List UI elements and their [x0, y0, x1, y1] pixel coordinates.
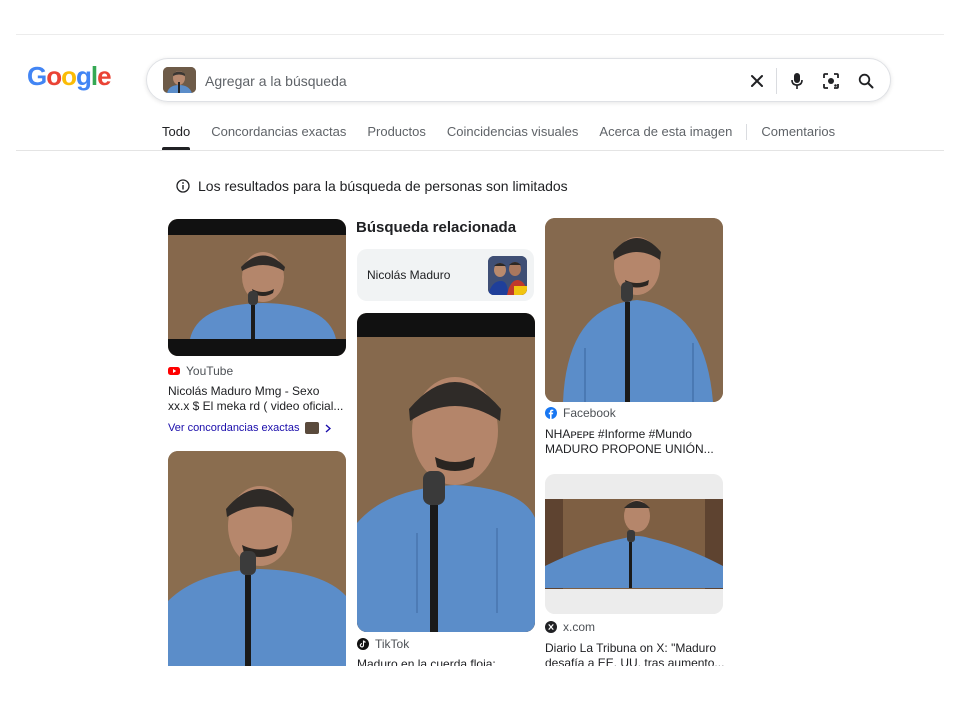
result-image[interactable] — [168, 219, 346, 356]
result-source-name: TikTok — [375, 637, 410, 651]
tab-coincidencias-visuales[interactable]: Coincidencias visuales — [447, 124, 579, 140]
tab-productos[interactable]: Productos — [367, 124, 426, 140]
info-icon — [176, 179, 190, 193]
result-title-line: MADURO PROPONE UNIÓN... — [545, 442, 714, 456]
query-image-thumbnail[interactable] — [163, 67, 196, 93]
search-bar — [146, 58, 891, 102]
result-title-line: Maduro en la cuerda floja: — [357, 657, 496, 666]
result-source: YouTube — [168, 364, 233, 378]
limited-results-notice: Los resultados para la búsqueda de perso… — [176, 178, 568, 194]
result-image[interactable] — [357, 313, 535, 632]
result-image[interactable] — [545, 218, 723, 402]
clear-icon[interactable] — [745, 69, 769, 93]
google-logo[interactable]: Google — [27, 61, 112, 92]
result-title[interactable]: Maduro en la cuerda floja: — [357, 657, 537, 666]
related-search-label: Nicolás Maduro — [367, 268, 451, 282]
tiktok-icon — [357, 638, 369, 650]
search-divider — [776, 68, 777, 94]
top-divider — [16, 34, 944, 35]
result-title-line: Nicolás Maduro Mmg - Sexo — [168, 384, 320, 398]
result-image[interactable] — [545, 474, 723, 614]
exact-matches-thumbnail — [305, 422, 320, 434]
related-search-thumbnail — [488, 256, 527, 295]
tab-concordancias-exactas[interactable]: Concordancias exactas — [211, 124, 346, 140]
result-image[interactable] — [168, 451, 346, 666]
search-input[interactable] — [205, 70, 725, 92]
result-source: x.com — [545, 620, 595, 634]
result-source-name: Facebook — [563, 406, 616, 420]
result-source-name: YouTube — [186, 364, 234, 378]
result-title[interactable]: Nicolás Maduro Mmg - Sexo xx.x $ El meka… — [168, 384, 350, 414]
youtube-icon — [168, 367, 180, 375]
lens-icon[interactable] — [819, 69, 843, 93]
result-source: Facebook — [545, 406, 616, 420]
microphone-icon[interactable] — [785, 69, 809, 93]
search-tabs: Todo Concordancias exactas Productos Coi… — [162, 124, 856, 150]
exact-matches-label: Ver concordancias exactas — [168, 422, 300, 434]
exact-matches-link[interactable]: Ver concordancias exactas — [168, 422, 332, 434]
tabs-divider — [16, 150, 944, 151]
result-title[interactable]: Diario La Tribuna on X: "Maduro desafía … — [545, 641, 727, 666]
result-title-line: Diario La Tribuna on X: "Maduro — [545, 641, 717, 655]
result-source-name: x.com — [563, 620, 596, 634]
tab-todo[interactable]: Todo — [162, 124, 191, 150]
tab-divider — [746, 124, 748, 140]
result-title[interactable]: NHAᴘᴇᴘᴇ #Informe #Mundo MADURO PROPONE U… — [545, 427, 727, 457]
result-title-line: NHAᴘᴇᴘᴇ #Informe #Mundo — [545, 427, 692, 441]
x-icon — [545, 621, 557, 633]
chevron-right-icon — [326, 423, 332, 433]
result-title-line: xx.x $ El meka rd ( video oficial... — [168, 399, 344, 413]
tab-acerca-de-esta-imagen[interactable]: Acerca de esta imagen — [599, 124, 732, 140]
tab-comentarios[interactable]: Comentarios — [761, 124, 835, 140]
result-title-line: desafía a EE. UU. tras aumento... — [545, 656, 725, 666]
related-search-chip[interactable]: Nicolás Maduro — [357, 249, 534, 301]
facebook-icon — [545, 407, 557, 419]
result-source: TikTok — [357, 637, 409, 651]
related-search-heading: Búsqueda relacionada — [356, 219, 517, 236]
notice-text: Los resultados para la búsqueda de perso… — [198, 178, 568, 194]
search-icon[interactable] — [854, 69, 878, 93]
